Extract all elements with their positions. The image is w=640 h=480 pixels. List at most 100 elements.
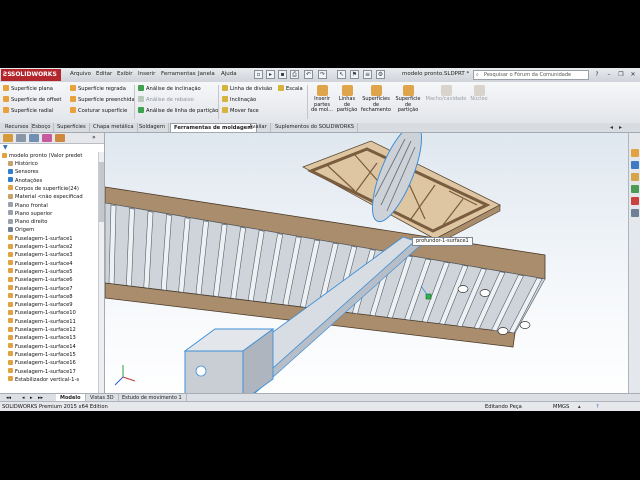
tree-filter-icon[interactable]: ▼ [3,144,8,151]
tree-root-part[interactable]: modelo pronto (Valor predet [2,152,82,160]
tree-item-surface[interactable]: Fuselagem-1-surface10 [8,309,76,317]
community-search-input[interactable]: ⌕ Pesquisar o Fórum da Comunidade [473,70,589,80]
menu-exibir[interactable]: Exibir [117,71,133,77]
dimxpert-tab-icon[interactable] [42,134,52,142]
save-icon[interactable]: ▪ [278,70,287,79]
print-icon[interactable]: ⎙ [290,70,299,79]
tab-ferramentas-de-moldagem[interactable]: Ferramentas de moldagem [170,123,257,132]
tree-item[interactable]: Material <não especificad [8,193,83,201]
parting-surface-button[interactable]: Superfície de partição [393,85,423,114]
tree-item-surface[interactable]: Fuselagem-1-surface3 [8,251,73,259]
appearances-icon[interactable] [631,197,639,205]
tree-item-surface[interactable]: Fuselagem-1-surface11 [8,318,76,326]
design-library-icon[interactable] [631,161,639,169]
redo-icon[interactable]: ↷ [318,70,327,79]
tree-scrollbar[interactable] [98,152,104,400]
tree-item-surface[interactable]: Estabilizador vertical-1-s [8,376,79,384]
tree-item[interactable]: Plano direito [8,218,47,226]
menu-inserir[interactable]: Inserir [138,71,155,77]
restore-icon[interactable]: ❐ [616,70,626,79]
status-help-icon[interactable]: ? [596,402,599,411]
split-line-button[interactable]: Linha de divisão [222,85,272,92]
status-units[interactable]: MMGS [553,402,569,411]
tree-item-surface[interactable]: Fuselagem-1-surface4 [8,260,73,268]
file-properties-icon[interactable]: ≡ [363,70,372,79]
tab-avaliar[interactable]: Avaliar [246,123,271,132]
graphics-viewport[interactable]: profundor-1-surface1 [105,133,628,401]
tree-item[interactable]: Plano superior [8,210,52,218]
tree-item[interactable]: Anotações [8,177,42,185]
core-button[interactable]: Núcleo [468,85,490,103]
move-face-button[interactable]: Mover face [222,107,259,114]
tree-item-surface[interactable]: Fuselagem-1-surface8 [8,293,73,301]
resources-icon[interactable] [631,149,639,157]
open-folder-icon[interactable]: ▸ [266,70,275,79]
tab-scroll-right-icon[interactable]: ▸ [619,124,622,131]
undo-icon[interactable]: ↶ [304,70,313,79]
surface-feature-icon [8,376,13,382]
tree-item-surface[interactable]: Fuselagem-1-surface16 [8,359,76,367]
tab-scroll-left-icon[interactable]: ◂ [610,124,613,131]
knit-surface-button[interactable]: Costurar superfície [70,107,127,114]
offset-surface-button[interactable]: Superfície de offset [3,96,61,103]
menu-ajuda[interactable]: Ajuda [221,71,237,77]
tab-chapa-metalica[interactable]: Chapa metálica [90,123,138,132]
tree-item-surface[interactable]: Fuselagem-1-surface6 [8,276,73,284]
feature-manager-tab-icon[interactable] [3,134,13,142]
close-icon[interactable]: ✕ [628,70,638,79]
parting-lines-button[interactable]: Linhas de partição [336,85,358,114]
tab-soldagem[interactable]: Soldagem [136,123,169,132]
tree-item[interactable]: Plano frontal [8,202,48,210]
tree-item-surface[interactable]: Fuselagem-1-surface14 [8,343,76,351]
tree-item-surface[interactable]: Fuselagem-1-surface2 [8,243,73,251]
file-explorer-icon[interactable] [631,173,639,181]
tree-item-surface[interactable]: Fuselagem-1-surface17 [8,368,76,376]
menu-janela[interactable]: Janela [198,71,215,77]
insert-mold-folders-button[interactable]: Inserir partes de mol... [311,85,333,114]
select-pointer-icon[interactable]: ↖ [337,70,346,79]
tree-item-surface[interactable]: Fuselagem-1-surface5 [8,268,73,276]
tree-item-surface[interactable]: Fuselagem-1-surface12 [8,326,76,334]
custom-properties-icon[interactable] [631,209,639,217]
view-palette-icon[interactable] [631,185,639,193]
menu-ferramentas[interactable]: Ferramentas [161,71,196,77]
tab-suplementos[interactable]: Suplementos do SOLIDWORKS [272,123,359,132]
new-document-icon[interactable]: ▫ [254,70,263,79]
tree-item-surface[interactable]: Fuselagem-1-surface13 [8,334,76,342]
property-manager-tab-icon[interactable] [16,134,26,142]
offset-surface-icon [3,96,9,102]
tree-item-surface[interactable]: Fuselagem-1-surface15 [8,351,76,359]
display-manager-tab-icon[interactable] [55,134,65,142]
tree-item-surface[interactable]: Fuselagem-1-surface9 [8,301,73,309]
radiate-surface-button[interactable]: Superfície radial [3,107,53,114]
scale-button[interactable]: Escala [278,85,303,92]
draft-analysis-button[interactable]: Análise de inclinação [138,85,201,92]
ruled-surface-button[interactable]: Superfície regrada [70,85,126,92]
tree-item[interactable]: Corpos de superfície(24) [8,185,79,193]
tree-item-surface[interactable]: Fuselagem-1-surface7 [8,285,73,293]
tree-scrollbar-thumb[interactable] [99,162,104,222]
shut-off-surfaces-button[interactable]: Superfícies de fechamento [360,85,392,114]
help-question-icon[interactable]: ? [592,70,602,79]
filled-surface-button[interactable]: Superfície preenchida [70,96,135,103]
tab-recursos[interactable]: Recursos [2,123,33,132]
tree-item[interactable]: Origem [8,226,34,234]
units-dropdown-icon[interactable]: ▴ [578,402,581,411]
menu-editar[interactable]: Editar [96,71,112,77]
configuration-manager-tab-icon[interactable] [29,134,39,142]
tab-esboco[interactable]: Esboço [29,123,55,132]
rebuild-icon[interactable]: ⚑ [350,70,359,79]
options-gear-icon[interactable]: ⚙ [376,70,385,79]
tree-item-surface[interactable]: Fuselagem-1-surface1 [8,235,73,243]
tooling-split-button[interactable]: Macho/cavidade [424,85,468,103]
draft-button[interactable]: Inclinação [222,96,256,103]
panel-expand-icon[interactable]: » [92,134,96,141]
tree-item[interactable]: Sensores [8,168,39,176]
parting-line-analysis-button[interactable]: Análise de linha de partição [138,107,218,114]
tree-item[interactable]: Histórico [8,160,38,168]
minimize-icon[interactable]: – [604,70,614,79]
tab-superficies[interactable]: Superfícies [54,123,90,132]
undercut-analysis-button[interactable]: Análise de rebaixo [138,96,194,103]
menu-arquivo[interactable]: Arquivo [70,71,91,77]
planar-surface-button[interactable]: Superfície plana [3,85,53,92]
